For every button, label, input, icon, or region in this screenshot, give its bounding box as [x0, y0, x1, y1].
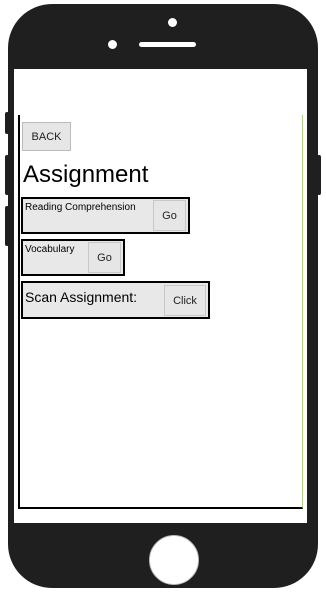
home-button[interactable] — [149, 535, 199, 585]
vocabulary-label: Vocabulary — [25, 244, 75, 255]
reading-comprehension-row: Reading Comprehension Go — [21, 197, 190, 234]
speaker-grille-icon — [139, 42, 196, 47]
side-button-volume-down — [5, 206, 9, 246]
scan-assignment-label: Scan Assignment: — [25, 289, 138, 305]
page-title: Assignment — [23, 161, 149, 188]
proximity-sensor-icon — [168, 18, 177, 27]
side-button-power — [317, 155, 321, 195]
reading-comprehension-label: Reading Comprehension — [25, 202, 136, 213]
scan-assignment-row: Scan Assignment: Click — [21, 281, 210, 319]
reading-comprehension-go-button[interactable]: Go — [153, 200, 186, 231]
back-button[interactable]: BACK — [22, 122, 71, 151]
scan-assignment-click-button[interactable]: Click — [164, 285, 206, 316]
side-button-mute — [5, 112, 9, 134]
side-button-volume-up — [5, 155, 9, 195]
vocabulary-go-button[interactable]: Go — [88, 242, 121, 273]
vocabulary-row: Vocabulary Go — [21, 239, 125, 276]
front-camera-icon — [108, 40, 117, 49]
